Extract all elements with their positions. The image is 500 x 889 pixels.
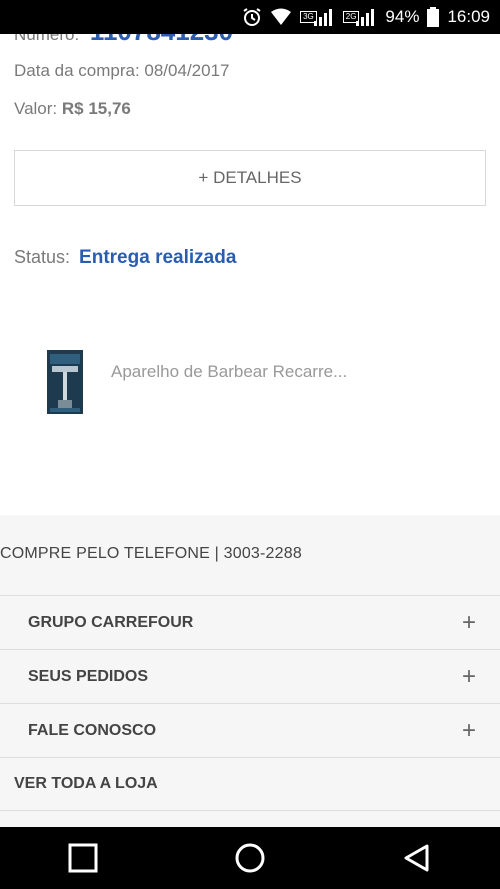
product-image xyxy=(47,350,83,414)
battery-percent: 94% xyxy=(385,7,420,26)
wifi-icon xyxy=(270,8,292,26)
product-item[interactable]: Aparelho de Barbear Recarre... xyxy=(0,340,500,430)
order-number-label: Número: xyxy=(14,34,80,44)
signal-icon: 2G xyxy=(342,7,378,27)
store-footer: COMPRE PELO TELEFONE | 3003-2288 GRUPO C… xyxy=(0,515,500,827)
recents-button[interactable] xyxy=(53,838,113,878)
menu-fale-conosco[interactable]: FALE CONOSCO + xyxy=(0,703,500,757)
purchase-date: Data da compra: 08/04/2017 xyxy=(14,61,230,80)
menu-seus-pedidos[interactable]: SEUS PEDIDOS + xyxy=(0,649,500,703)
plus-icon[interactable]: + xyxy=(462,663,476,691)
order-value-label: Valor: xyxy=(14,99,58,118)
status-label: Status: xyxy=(14,247,71,267)
clock: 16:09 xyxy=(447,7,490,26)
status-value: Entrega realizada xyxy=(79,247,237,268)
order-status: Status: Entrega realizada xyxy=(14,247,236,269)
order-value: Valor: R$ 15,76 xyxy=(14,99,131,119)
see-all-label: VER TODA A LOJA xyxy=(14,775,158,792)
system-nav-bar xyxy=(0,827,500,889)
menu-grupo-carrefour[interactable]: GRUPO CARREFOUR + xyxy=(0,595,500,649)
product-name[interactable]: Aparelho de Barbear Recarre... xyxy=(111,362,347,382)
menu-label: SEUS PEDIDOS xyxy=(28,667,149,685)
plus-icon[interactable]: + xyxy=(462,717,476,745)
phone-order-line[interactable]: COMPRE PELO TELEFONE | 3003-2288 xyxy=(0,545,302,563)
order-value-amount: R$ 15,76 xyxy=(61,99,131,118)
see-all-store-link[interactable]: VER TODA A LOJA xyxy=(0,757,500,811)
signal-icon: 3G xyxy=(300,7,335,27)
status-bar: 3G 2G 94% 16:09 xyxy=(0,0,500,34)
circle-home-icon xyxy=(235,843,265,873)
battery-icon xyxy=(427,7,440,27)
menu-label: GRUPO CARREFOUR xyxy=(28,613,194,631)
order-number: Número: 1107841230 xyxy=(14,34,233,47)
back-button[interactable] xyxy=(387,838,447,878)
order-number-value: 1107841230 xyxy=(90,34,233,46)
square-recents-icon xyxy=(68,843,98,873)
alarm-icon xyxy=(242,7,262,27)
plus-icon[interactable]: + xyxy=(462,609,476,637)
order-detail: Número: 1107841230 Data da compra: 08/04… xyxy=(0,34,500,827)
home-button[interactable] xyxy=(220,838,280,878)
triangle-back-icon xyxy=(404,844,429,872)
menu-label: FALE CONOSCO xyxy=(28,721,157,739)
details-button[interactable]: + DETALHES xyxy=(14,150,486,206)
